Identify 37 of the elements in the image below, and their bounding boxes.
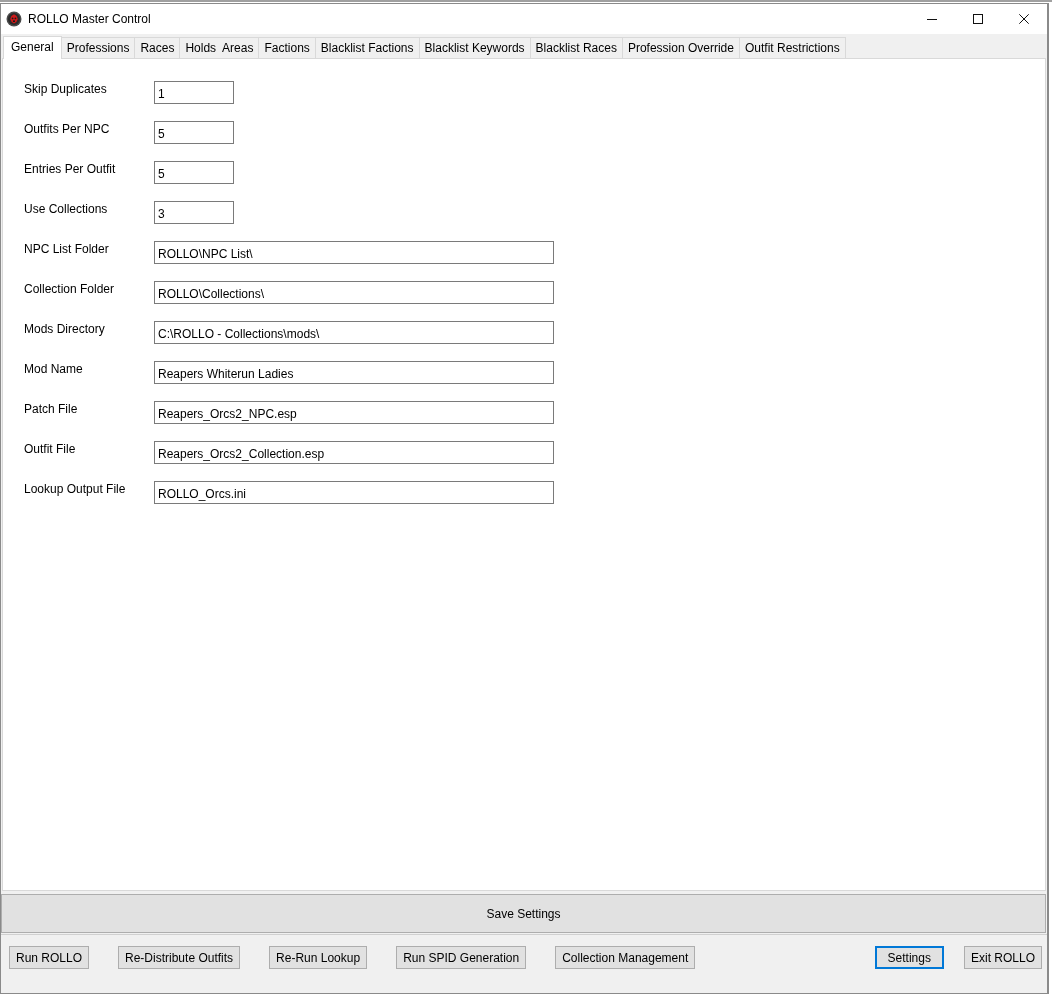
text-field[interactable]: ROLLO_Orcs.ini xyxy=(154,481,554,504)
text-field[interactable]: 5 xyxy=(154,121,234,144)
app-icon xyxy=(6,11,22,27)
field-label: NPC List Folder xyxy=(24,242,110,257)
action-button[interactable]: Collection Management xyxy=(555,946,696,969)
action-button[interactable]: Run SPID Generation xyxy=(396,946,527,969)
field-label: Patch File xyxy=(24,402,79,417)
text-field[interactable]: C:\ROLLO - Collections\mods\ xyxy=(154,321,554,344)
close-icon xyxy=(1019,14,1029,24)
text-field[interactable]: 5 xyxy=(154,161,234,184)
text-field[interactable]: Reapers_Orcs2_Collection.esp xyxy=(154,441,554,464)
window-title: ROLLO Master Control xyxy=(28,12,151,26)
field-label: Entries Per Outfit xyxy=(24,162,117,177)
text-field[interactable]: Reapers_Orcs2_NPC.esp xyxy=(154,401,554,424)
dialog-button[interactable]: Settings xyxy=(874,946,944,969)
save-settings-button[interactable]: Save Settings xyxy=(1,894,1046,933)
field-label: Mod Name xyxy=(24,362,84,377)
dialog-button[interactable]: Exit ROLLO xyxy=(963,946,1042,969)
field-label: Use Collections xyxy=(24,202,109,217)
text-field[interactable]: 3 xyxy=(154,201,234,224)
tab[interactable]: Outfit Restrictions xyxy=(738,37,846,58)
field-label: Outfits Per NPC xyxy=(24,122,111,137)
text-field[interactable]: ROLLO\NPC List\ xyxy=(154,241,554,264)
field-label: Skip Duplicates xyxy=(24,82,108,97)
tab[interactable]: General xyxy=(3,36,62,59)
tab[interactable]: Blacklist Keywords xyxy=(418,37,531,58)
field-label: Lookup Output File xyxy=(24,482,127,497)
action-button[interactable]: Re-Run Lookup xyxy=(269,946,368,969)
field-label: Mods Directory xyxy=(24,322,106,337)
text-field[interactable]: ROLLO\Collections\ xyxy=(154,281,554,304)
action-button[interactable]: Run ROLLO xyxy=(9,946,90,969)
maximize-icon xyxy=(973,14,983,24)
field-label: Collection Folder xyxy=(24,282,116,297)
text-field[interactable]: 1 xyxy=(154,81,234,104)
action-button[interactable]: Re-Distribute Outfits xyxy=(118,946,241,969)
field-label: Outfit File xyxy=(24,442,77,457)
text-field[interactable]: Reapers Whiterun Ladies xyxy=(154,361,554,384)
